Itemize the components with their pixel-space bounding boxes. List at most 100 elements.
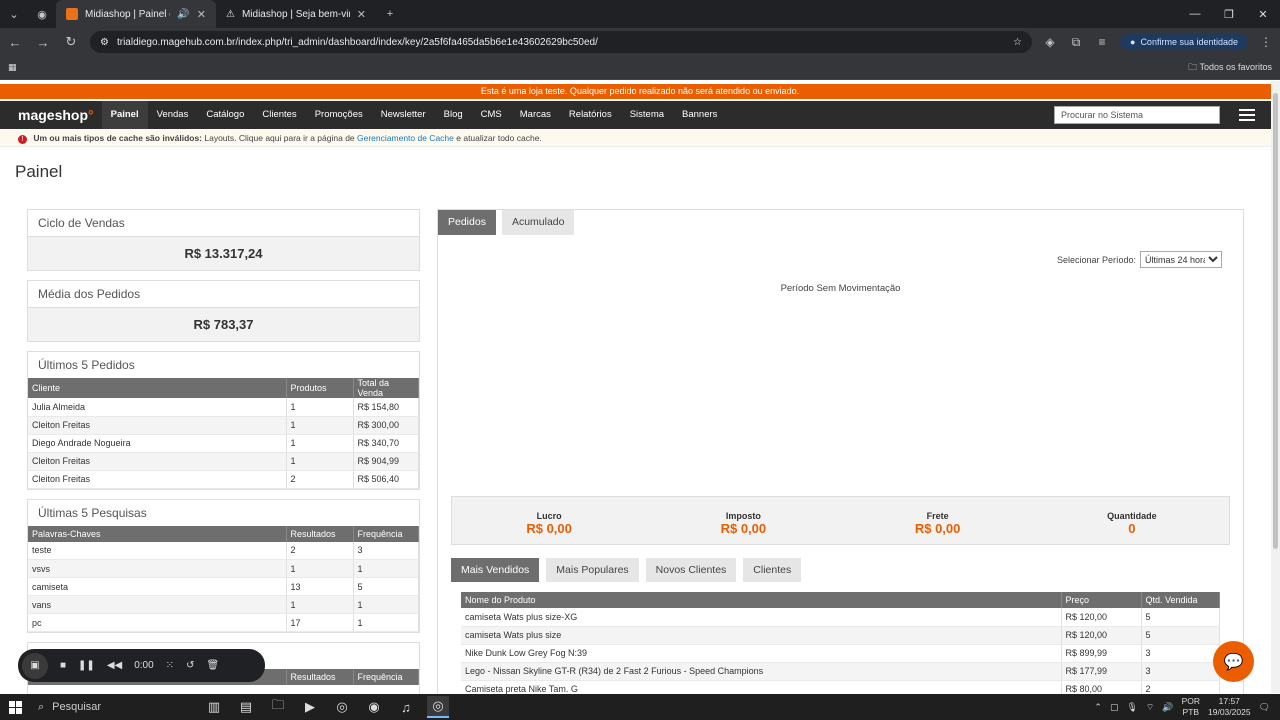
volume-icon[interactable]: 🔊 — [1162, 702, 1173, 713]
file-explorer-icon[interactable]: 🗀 — [267, 696, 289, 718]
table-row[interactable]: Nike Dunk Low Grey Fog N:39 R$ 899,99 3 — [461, 644, 1220, 663]
chrome-active-icon[interactable]: ◎ — [427, 696, 449, 718]
pause-icon[interactable]: ❚❚ — [78, 660, 95, 671]
tab-mais-populares[interactable]: Mais Populares — [546, 558, 639, 582]
hamburger-menu-icon[interactable] — [1232, 101, 1262, 129]
speaker-icon[interactable]: 🔊 — [177, 9, 189, 20]
trash-icon[interactable]: 🗑 — [206, 660, 219, 671]
col-keywords[interactable]: Palavras-Chaves — [28, 525, 287, 542]
col-price[interactable]: Preço — [1061, 592, 1142, 608]
camera-icon[interactable]: ▣ — [22, 652, 48, 679]
nav-cms[interactable]: CMS — [472, 101, 511, 129]
cache-management-link[interactable]: Gerenciamento de Cache — [357, 133, 454, 143]
vertical-scrollbar[interactable] — [1271, 81, 1280, 693]
minimize-icon[interactable]: — — [1178, 0, 1212, 28]
nav-newsletter[interactable]: Newsletter — [372, 101, 435, 129]
table-row[interactable]: teste 2 3 — [28, 541, 419, 560]
back-icon[interactable]: ← — [6, 35, 24, 50]
col-produtos[interactable]: Produtos — [286, 378, 354, 398]
col-frequency[interactable]: Frequência — [353, 669, 419, 685]
bookmark-star-icon[interactable]: ☆ — [1013, 37, 1022, 48]
nav-blog[interactable]: Blog — [435, 101, 472, 129]
tab-clientes[interactable]: Clientes — [743, 558, 802, 582]
notifications-icon[interactable]: 🗨 — [1259, 702, 1270, 713]
mageshop-logo[interactable]: mageshop° — [18, 107, 94, 123]
restore-icon[interactable]: ❐ — [1212, 0, 1246, 28]
apps-grid-icon[interactable]: ▦ — [8, 62, 17, 73]
col-results[interactable]: Resultados — [286, 669, 354, 685]
chat-icon[interactable]: 💬 — [1213, 641, 1254, 682]
nav-promocoes[interactable]: Promoções — [306, 101, 372, 129]
extension-icon[interactable]: ◈ — [1042, 35, 1058, 49]
rewind-icon[interactable]: ◀◀ — [107, 660, 122, 671]
col-total[interactable]: Total da Venda — [353, 378, 419, 398]
wifi-icon[interactable]: ⌔ — [1146, 702, 1154, 713]
microphone-icon[interactable]: 🎙 — [1126, 702, 1137, 713]
widgets-icon[interactable]: ▥ — [203, 696, 225, 718]
taskbar-apps: ▥ ▤ 🗀 ▶ ◎ ◉ ♫ ◎ — [203, 696, 449, 718]
table-row[interactable]: Cleiton Freitas 1 R$ 904,99 — [28, 452, 419, 471]
col-results[interactable]: Resultados — [286, 525, 354, 542]
nav-catalogo[interactable]: Catálogo — [197, 101, 253, 129]
tab-pedidos[interactable]: Pedidos — [438, 210, 496, 235]
store-icon[interactable]: ▤ — [235, 696, 257, 718]
tab-search-icon[interactable]: ⌄ — [0, 0, 28, 28]
col-product-name[interactable]: Nome do Produto — [461, 592, 1062, 608]
table-row[interactable]: camiseta 13 5 — [28, 577, 419, 596]
table-row[interactable]: Cleiton Freitas 1 R$ 300,00 — [28, 416, 419, 435]
menu-kebab-icon[interactable]: ⋮ — [1258, 35, 1274, 49]
table-row[interactable]: Diego Andrade Nogueira 1 R$ 340,70 — [28, 434, 419, 453]
table-row[interactable]: pc 17 1 — [28, 613, 419, 632]
grid-icon[interactable]: ⁙ — [166, 660, 174, 671]
tab-novos-clientes[interactable]: Novos Clientes — [645, 558, 737, 582]
table-row[interactable]: Julia Almeida 1 R$ 154,80 — [28, 398, 419, 417]
col-cliente[interactable]: Cliente — [28, 378, 287, 398]
tab-mais-vendidos[interactable]: Mais Vendidos — [451, 558, 540, 582]
language-indicator[interactable]: POR PTB — [1182, 696, 1200, 718]
table-row[interactable]: camiseta Wats plus size-XG R$ 120,00 5 — [461, 608, 1220, 627]
tray-chevron-icon[interactable]: ⌃ — [1094, 702, 1102, 713]
spotify-icon[interactable]: ♫ — [395, 696, 417, 718]
reload-icon[interactable]: ↻ — [62, 34, 80, 50]
table-row[interactable]: Cleiton Freitas 2 R$ 506,40 — [28, 470, 419, 489]
table-row[interactable]: camiseta Wats plus size R$ 120,00 5 — [461, 626, 1220, 645]
tab-acumulado[interactable]: Acumulado — [501, 210, 575, 235]
nav-relatorios[interactable]: Relatórios — [560, 101, 621, 129]
col-qty[interactable]: Qtd. Vendida — [1141, 592, 1220, 608]
nav-banners[interactable]: Banners — [673, 101, 726, 129]
table-row[interactable]: Lego - Nissan Skyline GT-R (R34) de 2 Fa… — [461, 662, 1220, 681]
tray-app-icon[interactable]: ▢ — [1110, 702, 1119, 713]
nav-clientes[interactable]: Clientes — [253, 101, 305, 129]
extensions-puzzle-icon[interactable]: ⧉ — [1068, 35, 1084, 50]
app-red-icon[interactable]: ▶ — [299, 696, 321, 718]
nav-marcas[interactable]: Marcas — [511, 101, 560, 129]
app-purple-icon[interactable]: ◉ — [363, 696, 385, 718]
close-tab-icon[interactable]: ✕ — [357, 8, 366, 21]
table-row[interactable]: vans 1 1 — [28, 595, 419, 614]
url-field[interactable]: ⚙ trialdiego.magehub.com.br/index.php/tr… — [90, 31, 1032, 53]
taskbar-search[interactable]: ⌕ Pesquisar — [30, 701, 165, 714]
media-icon[interactable]: ≡ — [1094, 35, 1110, 49]
site-info-icon[interactable]: ⚙ — [100, 37, 109, 48]
tab-midiashop-painel[interactable]: Midiashop | Painel de Cont 🔊 ✕ — [56, 0, 216, 28]
tab-midiashop-bemvindo[interactable]: ⚠ Midiashop | Seja bem-vindo ✕ — [216, 0, 376, 28]
table-row[interactable]: vsvs 1 1 — [28, 559, 419, 578]
close-window-icon[interactable]: ✕ — [1246, 0, 1280, 28]
col-frequency[interactable]: Frequência — [353, 525, 419, 542]
nav-vendas[interactable]: Vendas — [148, 101, 198, 129]
all-bookmarks-link[interactable]: 🗀 Todos os favoritos — [1188, 60, 1272, 76]
windows-start-icon[interactable] — [0, 700, 30, 714]
nav-sistema[interactable]: Sistema — [621, 101, 673, 129]
chrome-icon[interactable]: ◎ — [331, 696, 353, 718]
period-select[interactable]: Últimas 24 horas — [1140, 251, 1222, 268]
stop-icon[interactable]: ■ — [60, 660, 66, 671]
forward-icon[interactable]: → — [34, 35, 52, 50]
record-icon[interactable]: ◉ — [28, 0, 56, 28]
clock[interactable]: 17:57 19/03/2025 — [1208, 696, 1251, 718]
confirm-identity-button[interactable]: ● Confirme sua identidade — [1120, 34, 1248, 50]
new-tab-icon[interactable]: + — [376, 0, 404, 28]
restart-icon[interactable]: ↺ — [186, 660, 194, 671]
system-search-input[interactable]: Procurar no Sistema — [1054, 106, 1220, 124]
close-tab-icon[interactable]: ✕ — [197, 8, 206, 21]
nav-painel[interactable]: Painel — [101, 101, 148, 129]
